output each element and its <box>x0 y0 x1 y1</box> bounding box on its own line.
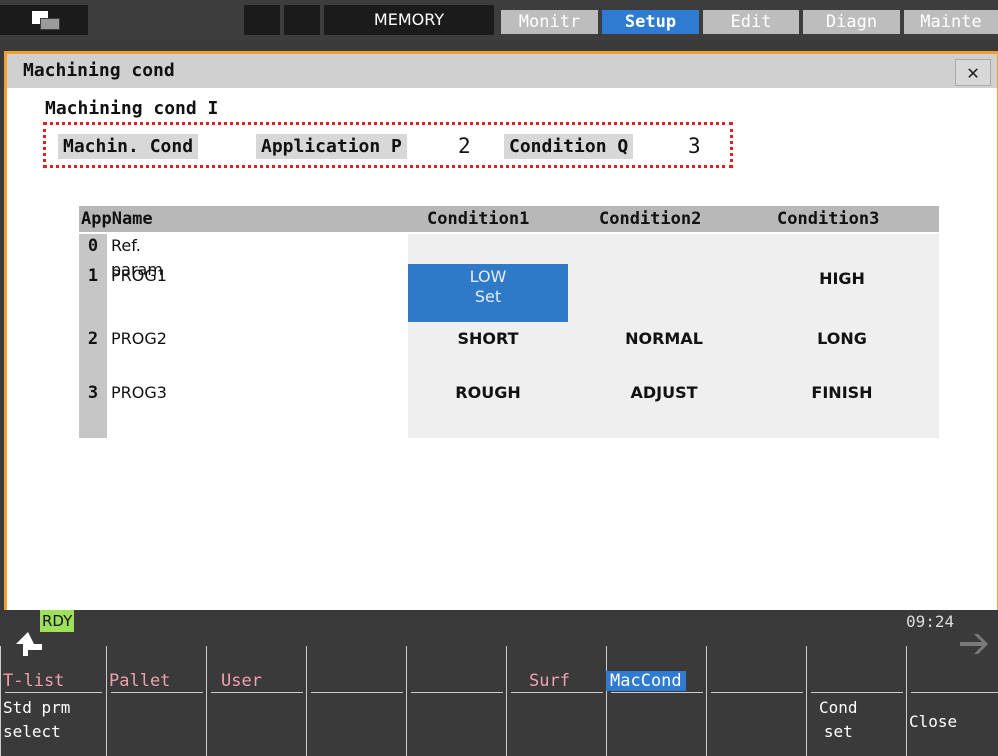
mode-indicator: MEMORY <box>324 5 494 35</box>
softkey-close[interactable]: Close <box>906 646 998 756</box>
cell-condition2[interactable]: NORMAL <box>584 322 744 356</box>
tab-mainte[interactable]: Mainte <box>904 10 998 34</box>
section-heading: Machining cond I <box>45 98 219 119</box>
col-appname: AppName <box>81 209 153 229</box>
softkey-bottom-label: Cond set <box>819 698 858 741</box>
status-cell <box>284 5 320 35</box>
cell-condition3[interactable]: LONG <box>762 322 922 356</box>
row-index: 3 <box>79 376 107 438</box>
table-header: AppName Condition1 Condition2 Condition3 <box>79 206 939 232</box>
cell-condition2[interactable]: ADJUST <box>584 376 744 410</box>
window-titlebar: Machining cond ✕ <box>7 54 997 88</box>
softkey-top-label: Surf <box>529 671 570 691</box>
application-p-value[interactable]: 2 <box>458 134 484 159</box>
condition-q-value[interactable]: 3 <box>688 134 712 159</box>
softkey-top-label: MacCond <box>606 671 686 691</box>
cell-condition3[interactable]: FINISH <box>762 376 922 410</box>
softkey-t-list[interactable]: T-list Std prm select <box>0 646 102 756</box>
condition-filter-box: Machin. Cond Application P 2 Condition Q… <box>43 122 733 168</box>
tab-diagn[interactable]: Diagn <box>803 10 900 34</box>
machin-cond-label: Machin. Cond <box>58 134 199 159</box>
cell-condition1-selected[interactable]: LOW Set <box>408 264 568 322</box>
condition-q-label: Condition Q <box>504 134 634 159</box>
window-title: Machining cond <box>23 60 175 81</box>
softkey-top-label: T-list <box>3 671 65 691</box>
col-condition2: Condition2 <box>599 209 702 229</box>
cell-set-flag: Set <box>474 287 502 306</box>
softkey-user[interactable]: User <box>206 646 303 756</box>
softkey-empty-4[interactable] <box>306 646 403 756</box>
softkey-top-label: User <box>221 671 262 691</box>
row-conditions: SHORT NORMAL LONG <box>408 322 939 376</box>
softkey-maccond[interactable]: MacCond <box>606 646 703 756</box>
softkey-top-label: Pallet <box>109 671 171 691</box>
softkey-empty-8[interactable] <box>706 646 803 756</box>
row-conditions: ROUGH ADJUST FINISH <box>408 376 939 438</box>
row-name: PROG1 <box>111 266 167 285</box>
softkey-cond-set[interactable]: Cond set <box>806 646 903 756</box>
close-icon[interactable]: ✕ <box>955 59 991 86</box>
row-conditions <box>408 234 939 264</box>
softkey-pallet[interactable]: Pallet <box>106 646 203 756</box>
col-condition1: Condition1 <box>427 209 530 229</box>
machining-cond-window: Machining cond ✕ Machining cond I Machin… <box>4 51 998 613</box>
application-p-label: Application P <box>256 134 407 159</box>
tab-edit[interactable]: Edit <box>703 10 799 34</box>
cell-condition3[interactable]: HIGH <box>762 264 922 294</box>
row-index: 1 <box>79 264 107 322</box>
tab-setup[interactable]: Setup <box>602 10 699 34</box>
row-index: 2 <box>79 322 107 376</box>
bottom-bar: RDY 09:24 T-list Std prm select Pallet U… <box>0 610 998 756</box>
softkey-empty-5[interactable] <box>406 646 503 756</box>
top-status-bar: MEMORY Monitr Setup Edit Diagn Mainte <box>0 0 998 40</box>
row-name: PROG2 <box>111 329 167 348</box>
row-name: PROG3 <box>111 383 167 402</box>
cell-value: LOW <box>469 267 507 286</box>
tab-monitr[interactable]: Monitr <box>501 10 598 34</box>
softkey-bottom-label: Std prm select <box>3 698 71 741</box>
softkey-bottom-label: Close <box>909 712 958 731</box>
window-switch-icon[interactable] <box>0 5 88 35</box>
row-index: 0 <box>79 234 107 264</box>
status-cell <box>244 5 280 35</box>
softkey-surf[interactable]: Surf <box>506 646 603 756</box>
ready-status-badge: RDY <box>40 610 75 632</box>
row-conditions: LOW Set HIGH <box>408 264 939 322</box>
clock-time: 09:24 <box>906 612 955 631</box>
cell-condition1[interactable]: ROUGH <box>408 376 568 410</box>
col-condition3: Condition3 <box>777 209 880 229</box>
cell-condition1[interactable]: SHORT <box>408 322 568 356</box>
